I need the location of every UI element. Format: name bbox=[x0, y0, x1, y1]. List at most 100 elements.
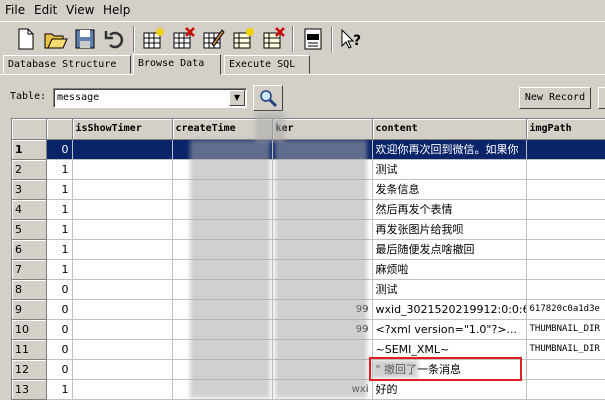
data-grid[interactable]: isShowTimer createTime ker content imgPa… bbox=[11, 118, 605, 400]
cell-imgpath[interactable] bbox=[526, 159, 605, 180]
cell-isshowtimer[interactable] bbox=[72, 159, 173, 180]
cell-content[interactable]: 麻烦啦 bbox=[372, 259, 527, 280]
cell-msgsvrid[interactable]: 0 bbox=[46, 299, 73, 320]
cell-talker[interactable]: 99 bbox=[272, 299, 373, 320]
cell-content[interactable]: 然后再发个表情 bbox=[372, 199, 527, 220]
table-row[interactable]: 12 0 " 撤回了一条消息 bbox=[12, 359, 605, 380]
cell-createtime[interactable] bbox=[172, 159, 273, 180]
delete-record-button[interactable] bbox=[598, 87, 605, 109]
cell-content[interactable]: ~SEMI_XML~ bbox=[372, 339, 527, 360]
cell-isshowtimer[interactable] bbox=[72, 279, 173, 300]
column-header-imgpath[interactable]: imgPath bbox=[526, 119, 605, 140]
log-icon[interactable] bbox=[300, 26, 326, 52]
cell-imgpath[interactable] bbox=[526, 219, 605, 240]
cell-content[interactable]: 再发张图片给我呗 bbox=[372, 219, 527, 240]
cell-msgsvrid[interactable]: 1 bbox=[46, 179, 73, 200]
row-number[interactable]: 13 bbox=[12, 379, 47, 400]
cell-isshowtimer[interactable] bbox=[72, 299, 173, 320]
menu-file[interactable]: File bbox=[5, 3, 25, 17]
cell-imgpath[interactable] bbox=[526, 199, 605, 220]
cell-msgsvrid[interactable]: 0 bbox=[46, 319, 73, 340]
cell-createtime[interactable] bbox=[172, 179, 273, 200]
cell-createtime[interactable] bbox=[172, 359, 273, 380]
cell-content[interactable]: 欢迎你再次回到微信。如果你 bbox=[372, 139, 527, 160]
menu-edit[interactable]: Edit bbox=[34, 3, 57, 17]
cell-createtime[interactable] bbox=[172, 219, 273, 240]
row-number[interactable]: 7 bbox=[12, 259, 47, 280]
cell-imgpath[interactable] bbox=[526, 179, 605, 200]
tab-database-structure[interactable]: Database Structure bbox=[3, 55, 131, 74]
cell-imgpath[interactable] bbox=[526, 279, 605, 300]
new-record-button[interactable]: New Record bbox=[519, 87, 591, 109]
cell-isshowtimer[interactable] bbox=[72, 339, 173, 360]
cell-isshowtimer[interactable] bbox=[72, 179, 173, 200]
column-header-createtime[interactable]: createTime bbox=[172, 119, 273, 140]
cell-talker[interactable] bbox=[272, 359, 373, 380]
cell-msgsvrid[interactable]: 1 bbox=[46, 159, 73, 180]
row-number[interactable]: 9 bbox=[12, 299, 47, 320]
cell-isshowtimer[interactable] bbox=[72, 359, 173, 380]
cell-isshowtimer[interactable] bbox=[72, 319, 173, 340]
cell-content[interactable]: 测试 bbox=[372, 159, 527, 180]
cell-msgsvrid[interactable]: 1 bbox=[46, 379, 73, 400]
cell-content[interactable]: 好的 bbox=[372, 379, 527, 400]
cell-createtime[interactable] bbox=[172, 319, 273, 340]
save-icon[interactable] bbox=[72, 26, 98, 52]
cell-createtime[interactable] bbox=[172, 299, 273, 320]
delete-index-icon[interactable] bbox=[260, 26, 286, 52]
whats-this-help-icon[interactable]: ? bbox=[338, 26, 364, 52]
table-row[interactable]: 11 0 ~SEMI_XML~ THUMBNAIL_DIR bbox=[12, 339, 605, 360]
open-database-icon[interactable] bbox=[42, 26, 68, 52]
column-header[interactable] bbox=[46, 119, 73, 140]
tab-browse-data[interactable]: Browse Data bbox=[133, 54, 221, 75]
cell-msgsvrid[interactable]: 0 bbox=[46, 359, 73, 380]
column-header-talker[interactable]: ker bbox=[272, 119, 373, 140]
cell-imgpath[interactable] bbox=[526, 359, 605, 380]
cell-createtime[interactable] bbox=[172, 339, 273, 360]
cell-content[interactable]: 测试 bbox=[372, 279, 527, 300]
column-header-isshowtimer[interactable]: isShowTimer bbox=[72, 119, 173, 140]
row-number[interactable]: 4 bbox=[12, 199, 47, 220]
table-row[interactable]: 3 1 发条信息 bbox=[12, 179, 605, 200]
cell-imgpath[interactable] bbox=[526, 379, 605, 400]
cell-msgsvrid[interactable]: 1 bbox=[46, 199, 73, 220]
cell-isshowtimer[interactable] bbox=[72, 259, 173, 280]
table-row[interactable]: 5 1 再发张图片给我呗 bbox=[12, 219, 605, 240]
cell-imgpath[interactable] bbox=[526, 139, 605, 160]
table-row[interactable]: 10 0 99 <?xml version="1.0"?>... THUMBNAIL_D… bbox=[12, 319, 605, 340]
cell-isshowtimer[interactable] bbox=[72, 379, 173, 400]
cell-msgsvrid[interactable]: 1 bbox=[46, 219, 73, 240]
cell-talker[interactable] bbox=[272, 139, 373, 160]
cell-content[interactable]: 发条信息 bbox=[372, 179, 527, 200]
cell-isshowtimer[interactable] bbox=[72, 199, 173, 220]
cell-imgpath[interactable] bbox=[526, 259, 605, 280]
cell-createtime[interactable] bbox=[172, 259, 273, 280]
cell-content[interactable]: wxid_3021520219912:0:0:61 bbox=[372, 299, 527, 320]
table-row[interactable]: 4 1 然后再发个表情 bbox=[12, 199, 605, 220]
table-row[interactable]: 7 1 麻烦啦 bbox=[12, 259, 605, 280]
cell-createtime[interactable] bbox=[172, 239, 273, 260]
cell-talker[interactable] bbox=[272, 199, 373, 220]
cell-content[interactable]: " 撤回了一条消息 bbox=[372, 359, 527, 380]
row-number[interactable]: 12 bbox=[12, 359, 47, 380]
table-row[interactable]: 1 0 欢迎你再次回到微信。如果你 bbox=[12, 139, 605, 160]
cell-imgpath[interactable]: THUMBNAIL_DIR bbox=[526, 339, 605, 360]
chevron-down-icon[interactable]: ▼ bbox=[229, 90, 245, 106]
cell-talker[interactable] bbox=[272, 339, 373, 360]
row-number[interactable]: 6 bbox=[12, 239, 47, 260]
cell-imgpath[interactable]: THUMBNAIL_DIR bbox=[526, 319, 605, 340]
cell-talker[interactable] bbox=[272, 179, 373, 200]
cell-talker[interactable]: 99 bbox=[272, 319, 373, 340]
modify-table-icon[interactable] bbox=[200, 26, 226, 52]
cell-createtime[interactable] bbox=[172, 279, 273, 300]
cell-createtime[interactable]: 20 bbox=[172, 379, 273, 400]
cell-createtime[interactable] bbox=[172, 199, 273, 220]
row-number[interactable]: 2 bbox=[12, 159, 47, 180]
cell-talker[interactable] bbox=[272, 239, 373, 260]
column-header-content[interactable]: content bbox=[372, 119, 527, 140]
row-number[interactable]: 8 bbox=[12, 279, 47, 300]
cell-msgsvrid[interactable]: 1 bbox=[46, 239, 73, 260]
create-index-icon[interactable] bbox=[230, 26, 256, 52]
row-number[interactable]: 5 bbox=[12, 219, 47, 240]
cell-talker[interactable] bbox=[272, 259, 373, 280]
